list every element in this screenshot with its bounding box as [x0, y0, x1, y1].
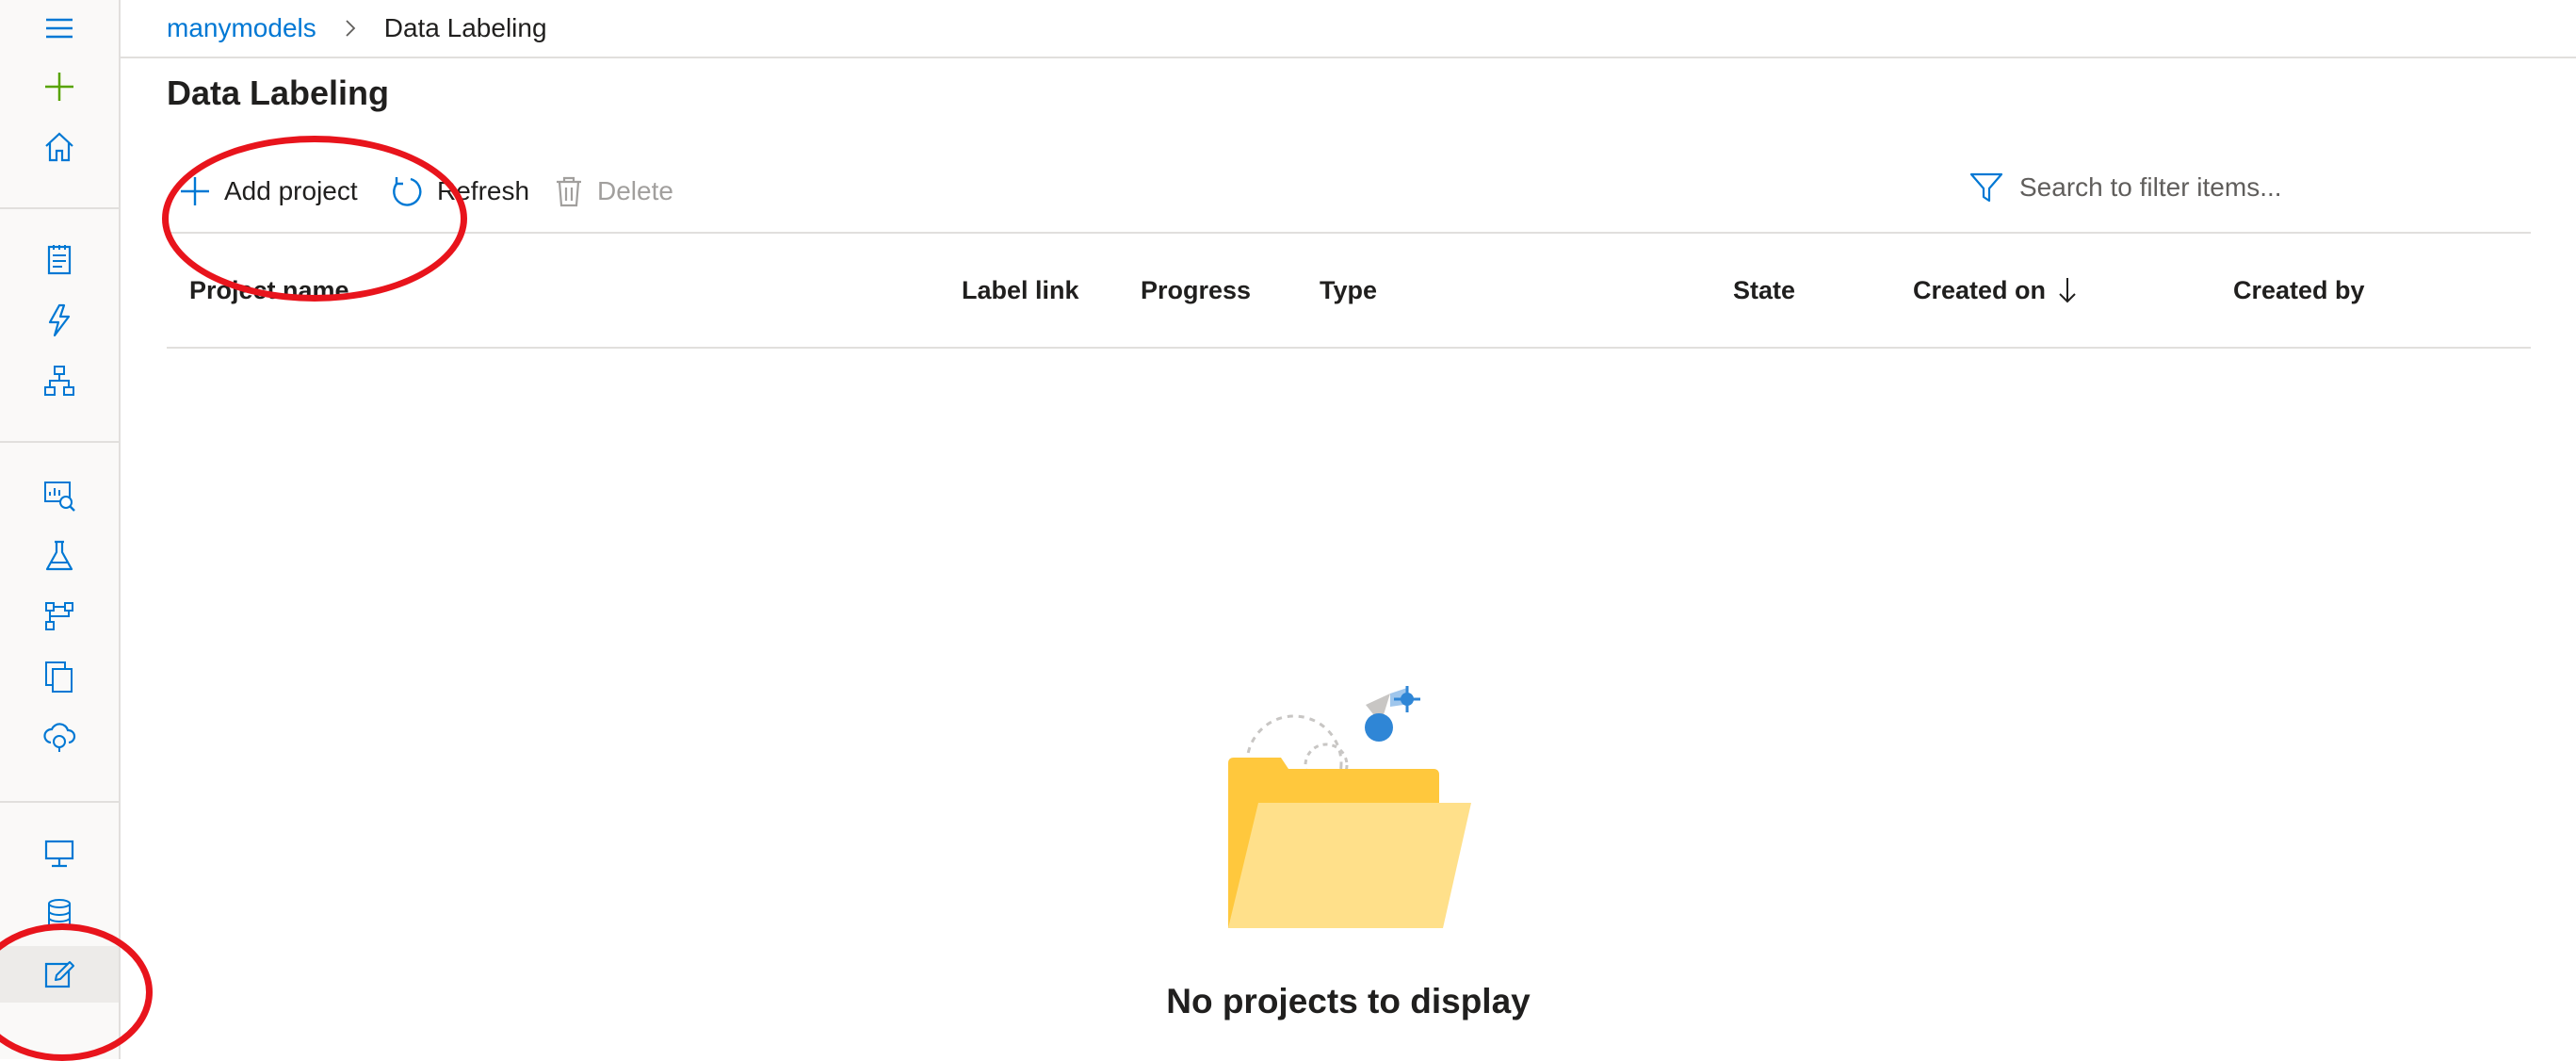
nav-datastores[interactable] [0, 886, 119, 942]
page-title: Data Labeling [167, 73, 390, 112]
column-header-created-by[interactable]: Created by [2233, 234, 2365, 347]
breadcrumb-current: Data Labeling [383, 13, 547, 42]
endpoints-icon [43, 723, 76, 752]
sidebar-divider [0, 207, 119, 209]
column-header-type[interactable]: Type [1320, 234, 1377, 347]
home-icon [45, 132, 73, 162]
column-header-state[interactable]: State [1733, 234, 1795, 347]
filter-icon [1969, 172, 2003, 203]
chevron-right-icon [346, 20, 356, 37]
add-project-button[interactable]: Add project [179, 170, 358, 213]
trash-icon [557, 176, 581, 207]
table-header: Project name Label link Progress Type St… [167, 232, 2531, 349]
refresh-label: Refresh [437, 176, 530, 205]
empty-state-message: No projects to display [1166, 982, 1531, 1020]
nav-home[interactable] [0, 119, 119, 175]
created-on-label: Created on [1913, 275, 2047, 304]
nav-pipelines[interactable] [0, 588, 119, 645]
column-header-label-link[interactable]: Label link [962, 234, 1079, 347]
nav-experiments[interactable] [0, 528, 119, 584]
sidebar-divider [0, 801, 119, 803]
compute-icon [44, 840, 74, 868]
column-header-progress[interactable]: Progress [1141, 234, 1251, 347]
refresh-icon [393, 177, 422, 206]
nav-endpoints[interactable] [0, 709, 119, 765]
left-navigation [0, 0, 121, 1059]
plus-icon [181, 177, 209, 205]
column-header-created-on[interactable]: Created on [1913, 234, 2080, 347]
breadcrumb: manymodels Data Labeling [121, 0, 2576, 58]
delete-button[interactable]: Delete [554, 170, 673, 213]
search-input[interactable] [2017, 171, 2454, 204]
breadcrumb-workspace-link[interactable]: manymodels [167, 13, 316, 43]
nav-datasets[interactable] [0, 467, 119, 524]
empty-folder-illustration [1228, 686, 1471, 928]
hamburger-icon [46, 18, 73, 39]
experiments-icon [45, 540, 73, 571]
delete-label: Delete [597, 176, 673, 205]
models-icon [45, 661, 73, 693]
sidebar-divider [0, 441, 119, 443]
automl-icon [48, 303, 71, 337]
plus-icon [45, 73, 73, 101]
nav-compute[interactable] [0, 825, 119, 882]
search-box [1968, 162, 2496, 213]
designer-icon [44, 366, 74, 396]
add-project-label: Add project [224, 176, 358, 205]
datasets-icon [44, 482, 75, 512]
notebook-icon [47, 245, 72, 275]
nav-models[interactable] [0, 648, 119, 705]
pipelines-icon [45, 602, 73, 630]
refresh-button[interactable]: Refresh [390, 170, 529, 213]
new-button[interactable] [0, 58, 119, 115]
column-header-project-name[interactable]: Project name [189, 234, 349, 347]
nav-notebooks[interactable] [0, 232, 119, 288]
nav-designer[interactable] [0, 352, 119, 409]
hamburger-menu-button[interactable] [0, 0, 119, 57]
datastores-icon [48, 899, 71, 929]
nav-automated-ml[interactable] [0, 292, 119, 349]
sort-descending-icon [2059, 278, 2076, 303]
